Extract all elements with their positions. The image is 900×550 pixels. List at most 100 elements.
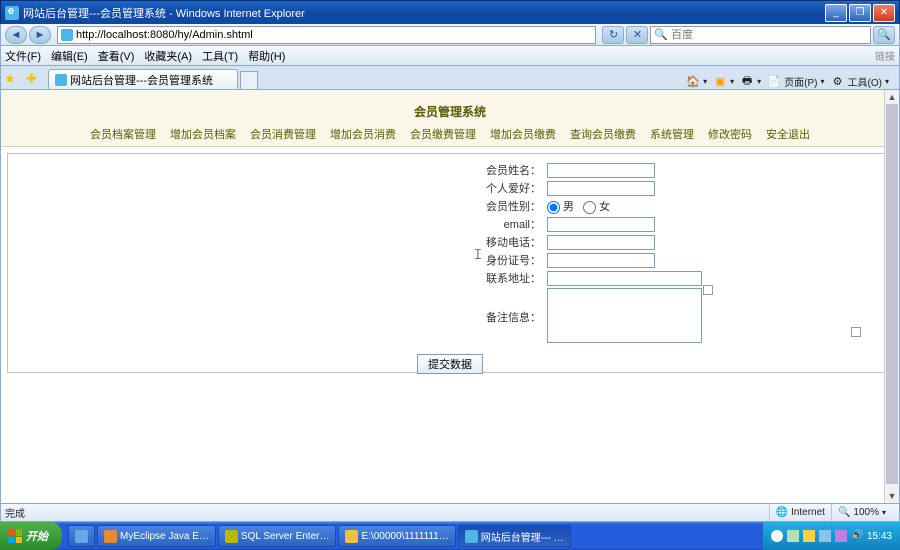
volume-icon[interactable]: 🔊 — [851, 530, 863, 542]
feed-icon[interactable]: ▣ — [713, 75, 727, 89]
tray-icon[interactable] — [819, 530, 831, 542]
menu-tools[interactable]: 工具(T) — [202, 48, 238, 64]
resize-handle-icon[interactable] — [703, 285, 713, 295]
page-menu-label[interactable]: 页面(P) — [784, 74, 817, 89]
browser-navbar: ◄ ► ↻ ✕ 🔍 🔍 — [0, 24, 900, 46]
tray-icon[interactable] — [771, 530, 783, 542]
topnav-item[interactable]: 增加会员缴费 — [490, 126, 556, 142]
zoom-icon: 🔍 — [838, 507, 850, 518]
tools-menu-icon[interactable]: ⚙ — [831, 75, 845, 89]
name-label: 会员姓名： — [185, 162, 545, 178]
maximize-button[interactable]: ❐ — [849, 4, 871, 22]
tray-icon[interactable] — [787, 530, 799, 542]
menu-edit[interactable]: 编辑(E) — [51, 48, 88, 64]
tray-icon[interactable] — [803, 530, 815, 542]
topnav-item[interactable]: 修改密码 — [708, 126, 752, 142]
phone-input[interactable] — [547, 235, 655, 250]
topnav-item[interactable]: 查询会员缴费 — [570, 126, 636, 142]
home-icon[interactable]: 🏠 — [686, 75, 700, 89]
browser-tabbar: ★ ✚ 网站后台管理---会员管理系统 🏠▾ ▣▾ 🖶▾ 📄 页面(P)▾ ⚙ … — [0, 66, 900, 90]
address-input[interactable] — [547, 271, 702, 286]
remark-textarea[interactable] — [547, 288, 702, 343]
taskbar-item[interactable] — [68, 525, 95, 547]
search-icon: 🔍 — [654, 28, 668, 41]
member-form: 会员姓名： 个人爱好： 会员性别： 男 女 email： — [7, 153, 893, 373]
menu-view[interactable]: 查看(V) — [98, 48, 135, 64]
browser-menubar: 文件(F) 编辑(E) 查看(V) 收藏夹(A) 工具(T) 帮助(H) 链接 — [0, 46, 900, 66]
windows-taskbar: 开始 MyEclipse Java E…SQL Server Enter…E:\… — [0, 522, 900, 550]
url-input[interactable] — [76, 29, 592, 41]
search-input[interactable] — [671, 29, 867, 41]
internet-icon: 🌐 — [776, 507, 788, 518]
browser-viewport: https://www.huzhan.com/ishop30884 会员管理系统… — [0, 90, 900, 504]
topnav-item[interactable]: 会员消费管理 — [250, 126, 316, 142]
page-menu-icon[interactable]: 📄 — [767, 75, 781, 89]
links-label[interactable]: 链接 — [875, 48, 895, 63]
app-icon — [465, 530, 478, 543]
tab-title: 网站后台管理---会员管理系统 — [70, 72, 213, 88]
tools-menu-label[interactable]: 工具(O) — [848, 74, 882, 89]
gender-male-radio[interactable] — [547, 201, 560, 214]
menu-help[interactable]: 帮助(H) — [248, 48, 285, 64]
window-title: 网站后台管理---会员管理系统 - Windows Internet Explo… — [23, 5, 825, 21]
stop-button[interactable]: ✕ — [626, 26, 648, 44]
page-icon — [61, 29, 73, 41]
topnav-item[interactable]: 会员档案管理 — [90, 126, 156, 142]
window-titlebar: 网站后台管理---会员管理系统 - Windows Internet Explo… — [0, 0, 900, 24]
status-zoom[interactable]: 🔍 100% ▾ — [831, 504, 895, 521]
windows-logo-icon — [8, 529, 22, 543]
search-bar[interactable]: 🔍 — [650, 26, 871, 44]
start-button[interactable]: 开始 — [0, 522, 62, 550]
scroll-up-arrow[interactable]: ▲ — [885, 90, 899, 104]
gender-female-label: 女 — [599, 201, 610, 213]
submit-button[interactable]: 提交数据 — [417, 354, 483, 374]
forward-button[interactable]: ► — [29, 26, 51, 44]
tab-page-icon — [55, 74, 67, 86]
menu-favorites[interactable]: 收藏夹(A) — [144, 48, 192, 64]
taskbar-item[interactable]: SQL Server Enter… — [218, 525, 337, 547]
taskbar-item[interactable]: 网站后台管理--- … — [458, 525, 571, 547]
topnav-item[interactable]: 安全退出 — [766, 126, 810, 142]
refresh-button[interactable]: ↻ — [602, 26, 624, 44]
scrollbar-thumb[interactable] — [886, 104, 898, 484]
favorites-star-icon[interactable]: ★ — [4, 71, 20, 87]
hobby-input[interactable] — [547, 181, 655, 196]
back-button[interactable]: ◄ — [5, 26, 27, 44]
browser-tab[interactable]: 网站后台管理---会员管理系统 — [48, 69, 238, 89]
search-go-button[interactable]: 🔍 — [873, 26, 895, 44]
new-tab-button[interactable] — [240, 71, 258, 89]
menu-file[interactable]: 文件(F) — [5, 48, 41, 64]
page-topnav: 会员档案管理增加会员档案会员消费管理增加会员消费会员缴费管理增加会员缴费查询会员… — [1, 122, 899, 147]
topnav-item[interactable]: 会员缴费管理 — [410, 126, 476, 142]
taskbar-item[interactable]: MyEclipse Java E… — [97, 525, 216, 547]
tray-icon[interactable] — [835, 530, 847, 542]
system-tray[interactable]: 🔊 15:43 — [763, 522, 900, 550]
status-done: 完成 — [5, 505, 25, 520]
app-icon — [75, 530, 88, 543]
phone-label: 移动电话： — [185, 234, 545, 250]
add-favorite-icon[interactable]: ✚ — [26, 71, 42, 87]
browser-statusbar: 完成 🌐 Internet 🔍 100% ▾ — [0, 504, 900, 522]
close-button[interactable]: ✕ — [873, 4, 895, 22]
gender-female-radio[interactable] — [583, 201, 596, 214]
app-icon — [104, 530, 117, 543]
idcard-label: 身份证号： — [185, 252, 545, 268]
gender-male-label: 男 — [563, 201, 574, 213]
status-zone: 🌐 Internet — [769, 504, 831, 521]
email-label: email： — [185, 216, 545, 232]
name-input[interactable] — [547, 163, 655, 178]
minimize-button[interactable]: _ — [825, 4, 847, 22]
resize-handle-icon[interactable] — [851, 327, 861, 337]
page-banner: 会员管理系统 — [1, 90, 899, 122]
vertical-scrollbar[interactable]: ▲ ▼ — [884, 90, 899, 503]
print-icon[interactable]: 🖶 — [740, 75, 754, 89]
taskbar-item[interactable]: E:\00000\1111111… — [338, 525, 455, 547]
topnav-item[interactable]: 增加会员消费 — [330, 126, 396, 142]
idcard-input[interactable] — [547, 253, 655, 268]
address-bar[interactable] — [57, 26, 596, 44]
topnav-item[interactable]: 增加会员档案 — [170, 126, 236, 142]
email-input[interactable] — [547, 217, 655, 232]
hobby-label: 个人爱好： — [185, 180, 545, 196]
scroll-down-arrow[interactable]: ▼ — [885, 489, 899, 503]
topnav-item[interactable]: 系统管理 — [650, 126, 694, 142]
